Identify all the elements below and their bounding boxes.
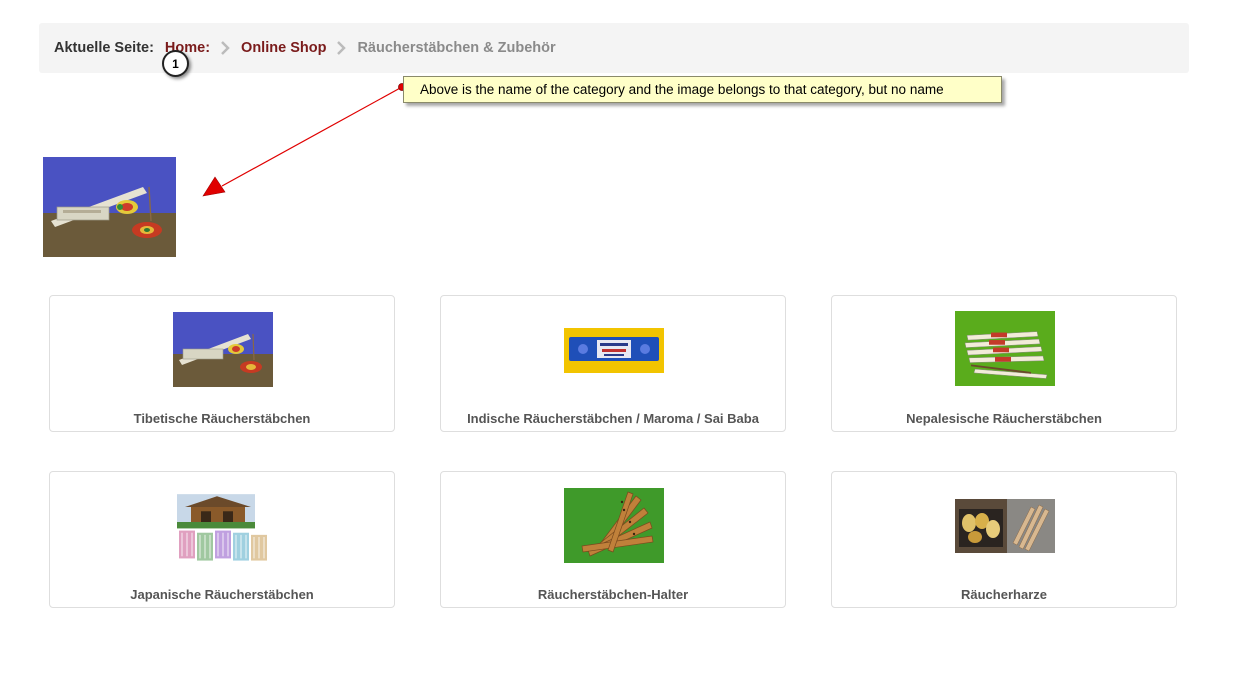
category-card-image[interactable] [173, 492, 273, 567]
category-card-title[interactable]: Tibetische Räucherstäbchen [50, 411, 394, 426]
category-card-title[interactable]: Japanische Räucherstäbchen [50, 587, 394, 602]
category-card[interactable]: Räucherstäbchen-Halter [440, 471, 786, 608]
category-card-image[interactable] [564, 312, 664, 387]
category-card[interactable]: Tibetische Räucherstäbchen [49, 295, 395, 432]
category-image [43, 157, 176, 257]
category-card-image[interactable] [955, 311, 1055, 386]
category-card-image[interactable] [173, 312, 273, 387]
category-card-title[interactable]: Nepalesische Räucherstäbchen [832, 411, 1176, 426]
category-card[interactable]: Nepalesische Räucherstäbchen [831, 295, 1177, 432]
category-card-title[interactable]: Räucherstäbchen-Halter [441, 587, 785, 602]
annotation-note: Above is the name of the category and th… [403, 76, 1002, 103]
category-card-title[interactable]: Indische Räucherstäbchen / Maroma / Sai … [441, 411, 785, 426]
category-card[interactable]: Indische Räucherstäbchen / Maroma / Sai … [440, 295, 786, 432]
annotation-number-badge: 1 [162, 50, 189, 77]
category-card-title[interactable]: Räucherharze [832, 587, 1176, 602]
category-card[interactable]: Japanische Räucherstäbchen [49, 471, 395, 608]
category-card-image[interactable] [955, 499, 1055, 553]
category-card[interactable]: Räucherharze [831, 471, 1177, 608]
category-card-image[interactable] [564, 488, 664, 563]
